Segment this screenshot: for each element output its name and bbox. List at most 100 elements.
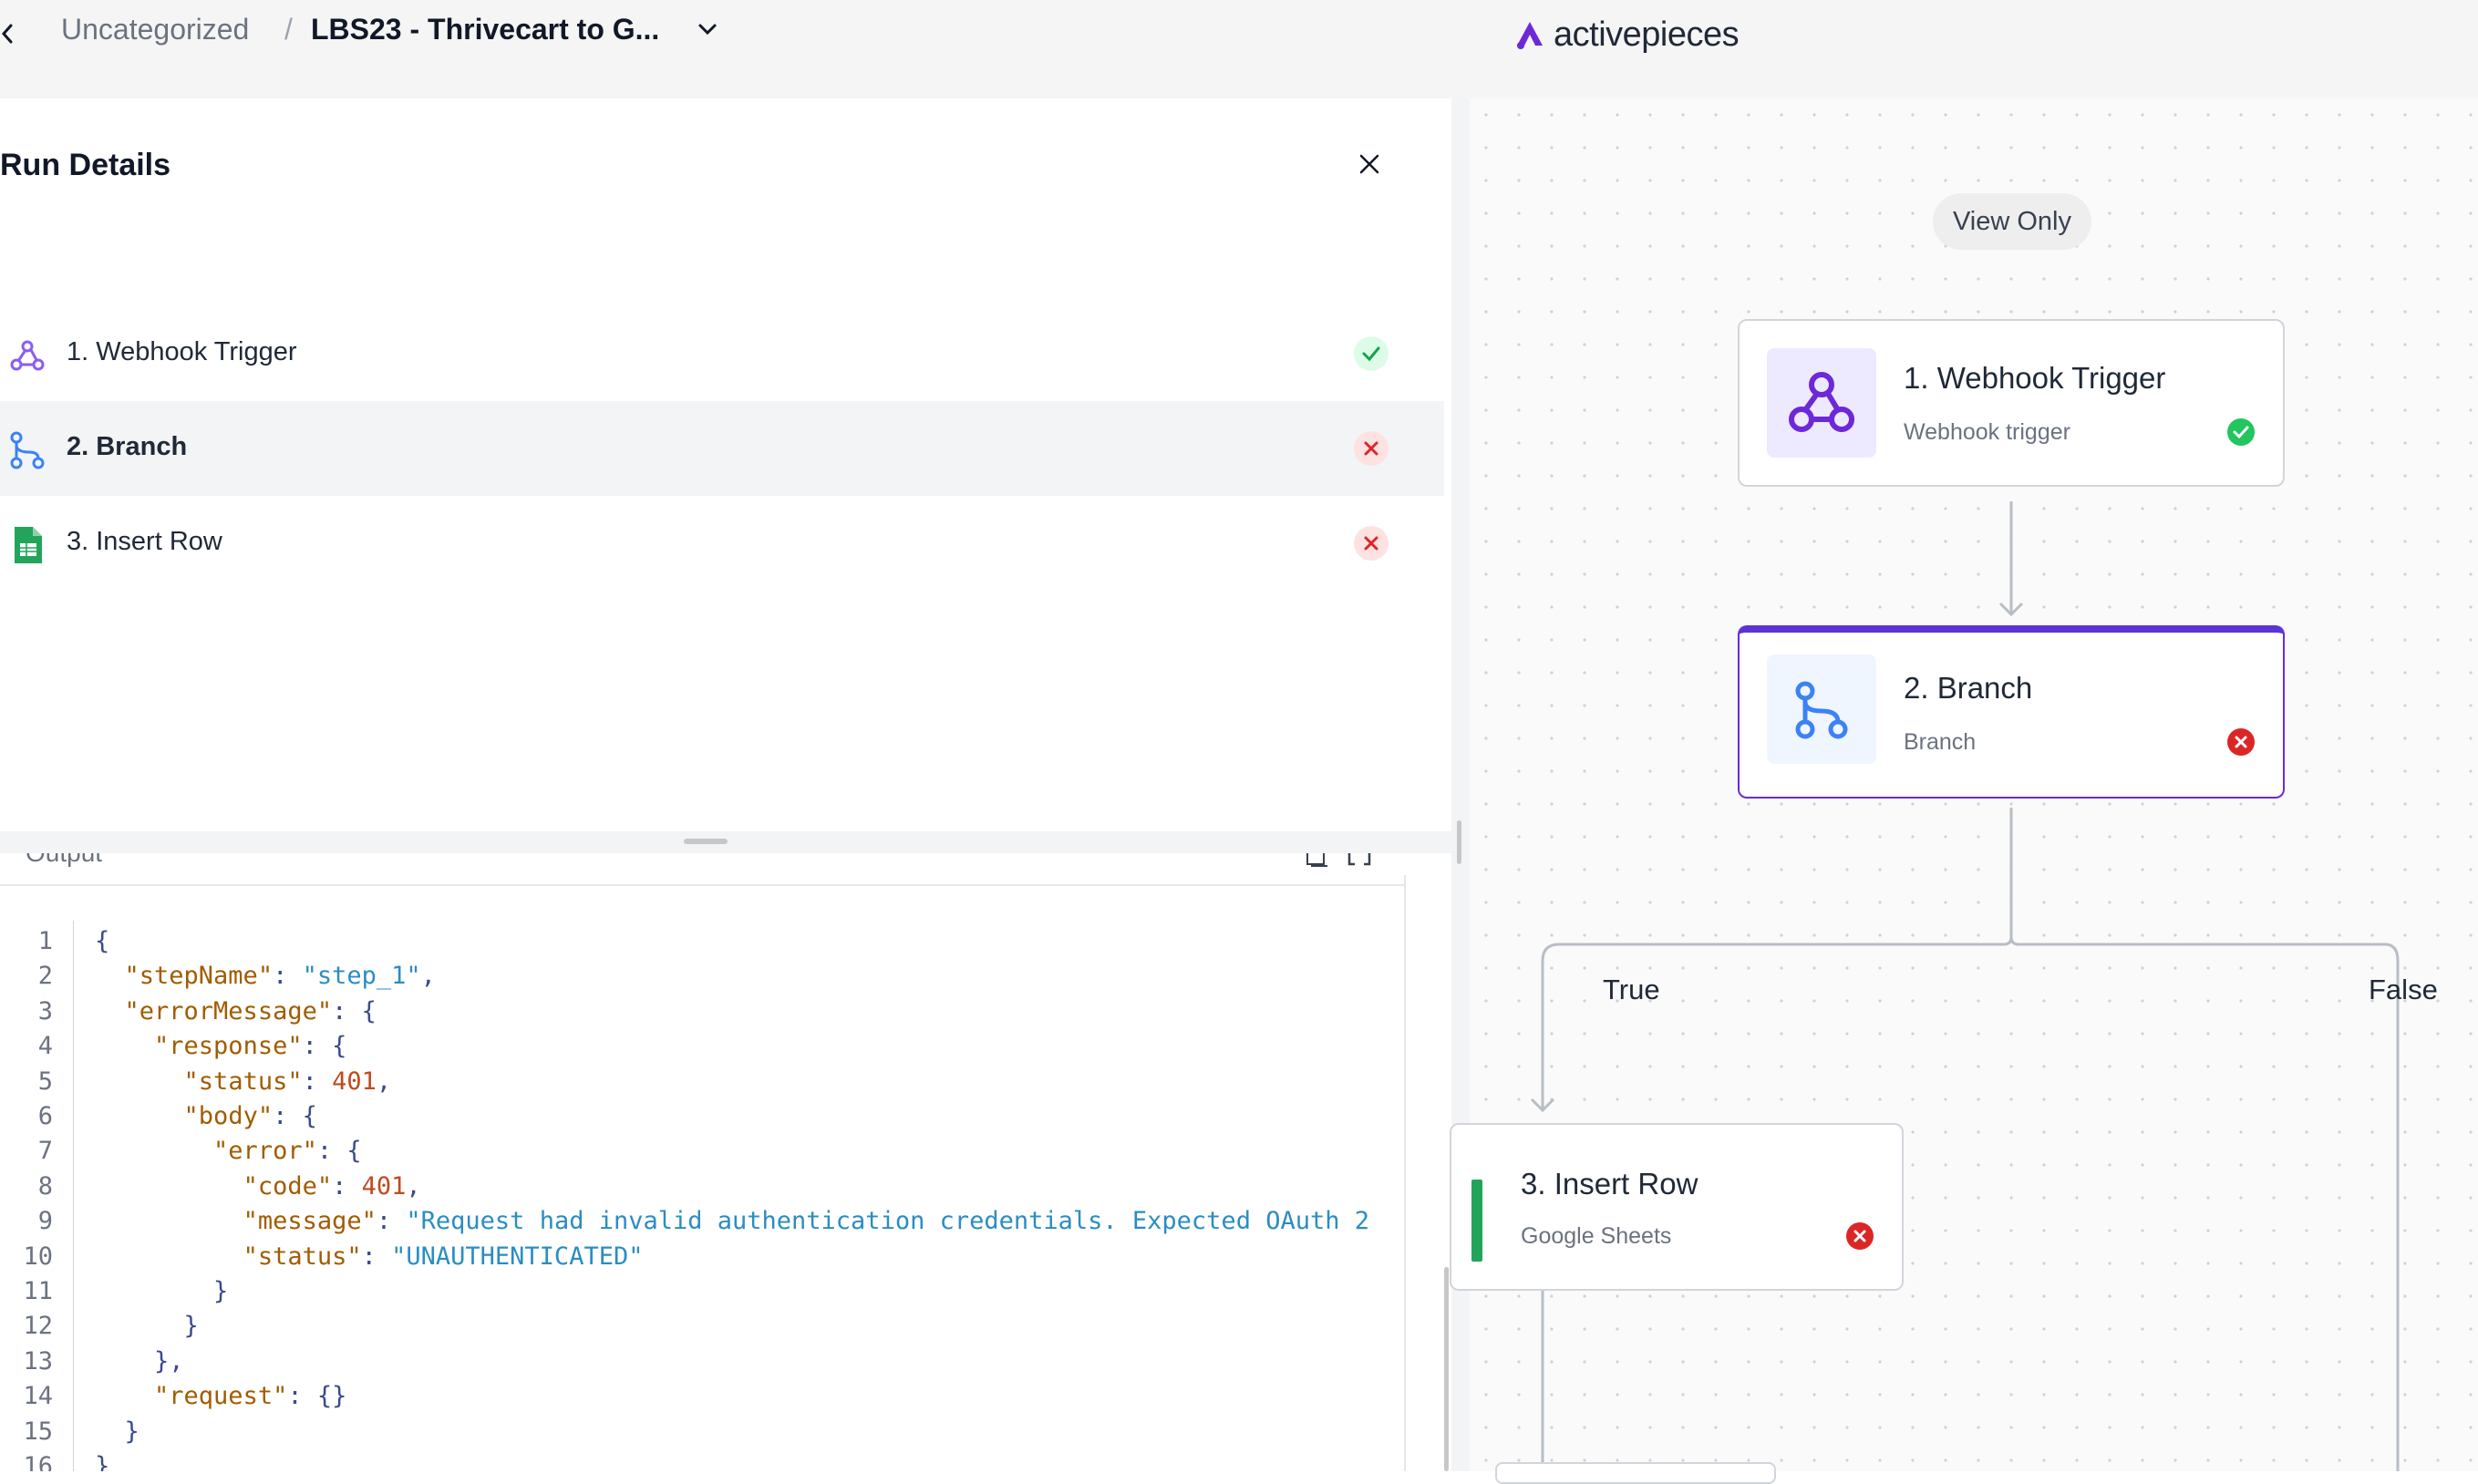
step-row-webhook-trigger[interactable]: 1. Webhook Trigger bbox=[0, 306, 1444, 401]
line-number: 1 bbox=[37, 927, 53, 955]
node-title: 1. Webhook Trigger bbox=[1904, 361, 2166, 395]
code-token: "status" bbox=[183, 1067, 303, 1096]
code-token: "stepName" bbox=[124, 962, 274, 991]
webhook-icon bbox=[1789, 372, 1854, 432]
flow-node-branch[interactable]: 2. Branch Branch bbox=[1738, 625, 2285, 799]
code-text: } bbox=[95, 1415, 139, 1449]
logo-text: activepieces bbox=[1554, 15, 1740, 54]
code-text: }, bbox=[95, 1345, 184, 1379]
code-token: "response" bbox=[154, 1032, 303, 1061]
code-token: 401 bbox=[332, 1067, 377, 1096]
node-icon-box bbox=[1767, 654, 1876, 764]
code-text: "stepName": "step_1", bbox=[95, 959, 436, 994]
code-line: 7 "error": { bbox=[0, 1134, 1404, 1169]
code-line: 8 "code": 401, bbox=[0, 1170, 1404, 1204]
code-token: "body" bbox=[183, 1102, 274, 1130]
code-text: "request": {} bbox=[95, 1379, 346, 1414]
code-token: : bbox=[302, 1067, 333, 1096]
code-token: } bbox=[95, 1452, 110, 1471]
code-line: 14 "request": {} bbox=[0, 1379, 1404, 1414]
webhook-icon bbox=[10, 340, 45, 371]
code-token: "error" bbox=[213, 1137, 317, 1166]
code-text: "status": 401, bbox=[95, 1065, 392, 1099]
close-icon[interactable] bbox=[1357, 151, 1382, 177]
code-text: "code": 401, bbox=[95, 1170, 421, 1204]
flow-node-peek[interactable] bbox=[1495, 1462, 1776, 1484]
code-token: "request" bbox=[154, 1382, 288, 1411]
failed-x-icon bbox=[1354, 431, 1389, 466]
failed-x-icon bbox=[2227, 728, 2255, 756]
output-code-viewer[interactable]: 1{2 "stepName": "step_1", 3 "errorMessage… bbox=[0, 912, 1404, 1471]
code-text: "message": "Request had invalid authenti… bbox=[95, 1204, 1369, 1239]
back-arrow-icon[interactable] bbox=[0, 20, 27, 47]
code-line: 5 "status": 401, bbox=[0, 1065, 1404, 1099]
line-number: 10 bbox=[23, 1242, 53, 1271]
splitter-handle[interactable] bbox=[684, 839, 728, 844]
breadcrumb-flow-name[interactable]: LBS23 - Thrivecart to G... bbox=[311, 13, 659, 46]
code-token: "errorMessage" bbox=[124, 996, 333, 1025]
code-token: "Request had invalid authentication cred… bbox=[406, 1207, 1369, 1236]
expand-icon[interactable] bbox=[1347, 853, 1371, 868]
branch-icon bbox=[10, 431, 45, 469]
code-token: "code" bbox=[243, 1171, 333, 1201]
line-number: 4 bbox=[37, 1032, 53, 1061]
code-token: , bbox=[406, 1171, 421, 1201]
node-title: 2. Branch bbox=[1904, 671, 2033, 705]
line-number: 11 bbox=[23, 1277, 53, 1305]
node-subtitle: Webhook trigger bbox=[1904, 419, 2070, 445]
vertical-scrollbar[interactable] bbox=[1444, 1267, 1449, 1471]
code-token: "message" bbox=[243, 1207, 377, 1236]
google-sheets-icon bbox=[15, 527, 42, 563]
copy-icon[interactable] bbox=[1306, 853, 1329, 868]
code-token: } bbox=[213, 1277, 229, 1305]
line-number: 15 bbox=[23, 1417, 53, 1446]
line-number: 9 bbox=[37, 1207, 53, 1236]
code-token: } bbox=[124, 1417, 139, 1446]
breadcrumb-separator: / bbox=[284, 13, 293, 46]
code-border bbox=[1404, 875, 1406, 1471]
code-token: }, bbox=[154, 1346, 184, 1376]
line-number: 6 bbox=[37, 1102, 53, 1130]
code-text: "body": { bbox=[95, 1099, 317, 1134]
code-text: "error": { bbox=[95, 1134, 362, 1169]
code-token: : bbox=[273, 962, 303, 991]
logo: activepieces bbox=[1513, 9, 1740, 60]
google-sheets-icon bbox=[1471, 1180, 1482, 1262]
code-line: 12 } bbox=[0, 1309, 1404, 1344]
step-row-branch[interactable]: 2. Branch bbox=[0, 401, 1444, 496]
panel-title: Run Details bbox=[0, 148, 171, 182]
node-icon-box bbox=[1767, 348, 1876, 458]
code-token: : { bbox=[273, 1102, 317, 1130]
resize-handle[interactable] bbox=[1457, 820, 1461, 864]
step-row-insert-row[interactable]: 3. Insert Row bbox=[0, 496, 1444, 591]
flow-node-insert-row[interactable]: 3. Insert Row Google Sheets bbox=[1450, 1123, 1904, 1291]
branch-true-label: True bbox=[1603, 974, 1660, 1005]
code-token: { bbox=[95, 927, 110, 955]
code-line: 2 "stepName": "step_1", bbox=[0, 959, 1404, 994]
node-subtitle: Branch bbox=[1904, 729, 1977, 755]
code-line: 6 "body": { bbox=[0, 1099, 1404, 1134]
code-token: "step_1" bbox=[302, 962, 421, 991]
code-text: } bbox=[95, 1309, 199, 1344]
flow-node-webhook-trigger[interactable]: 1. Webhook Trigger Webhook trigger bbox=[1738, 319, 2285, 487]
chevron-down-icon[interactable] bbox=[695, 20, 720, 40]
code-text: "status": "UNAUTHENTICATED" bbox=[95, 1240, 644, 1274]
code-token: : bbox=[376, 1207, 407, 1236]
top-bar: Uncategorized / LBS23 - Thrivecart to G.… bbox=[0, 0, 2478, 98]
code-text: } bbox=[95, 1274, 228, 1309]
node-title: 3. Insert Row bbox=[1521, 1167, 1698, 1201]
line-number: 16 bbox=[23, 1452, 53, 1471]
step-label: 2. Branch bbox=[67, 432, 188, 461]
line-number: 2 bbox=[37, 962, 53, 991]
code-token: : { bbox=[332, 996, 377, 1025]
output-header: Output bbox=[0, 853, 1404, 886]
step-label: 3. Insert Row bbox=[67, 527, 222, 556]
code-token: 401 bbox=[361, 1171, 407, 1201]
code-line: 4 "response": { bbox=[0, 1029, 1404, 1064]
breadcrumb-folder[interactable]: Uncategorized bbox=[61, 13, 249, 46]
failed-x-icon bbox=[1354, 526, 1389, 561]
code-text: } bbox=[95, 1449, 109, 1471]
line-number: 8 bbox=[37, 1171, 53, 1201]
step-label: 1. Webhook Trigger bbox=[67, 337, 297, 366]
code-line: 9 "message": "Request had invalid authen… bbox=[0, 1204, 1404, 1239]
